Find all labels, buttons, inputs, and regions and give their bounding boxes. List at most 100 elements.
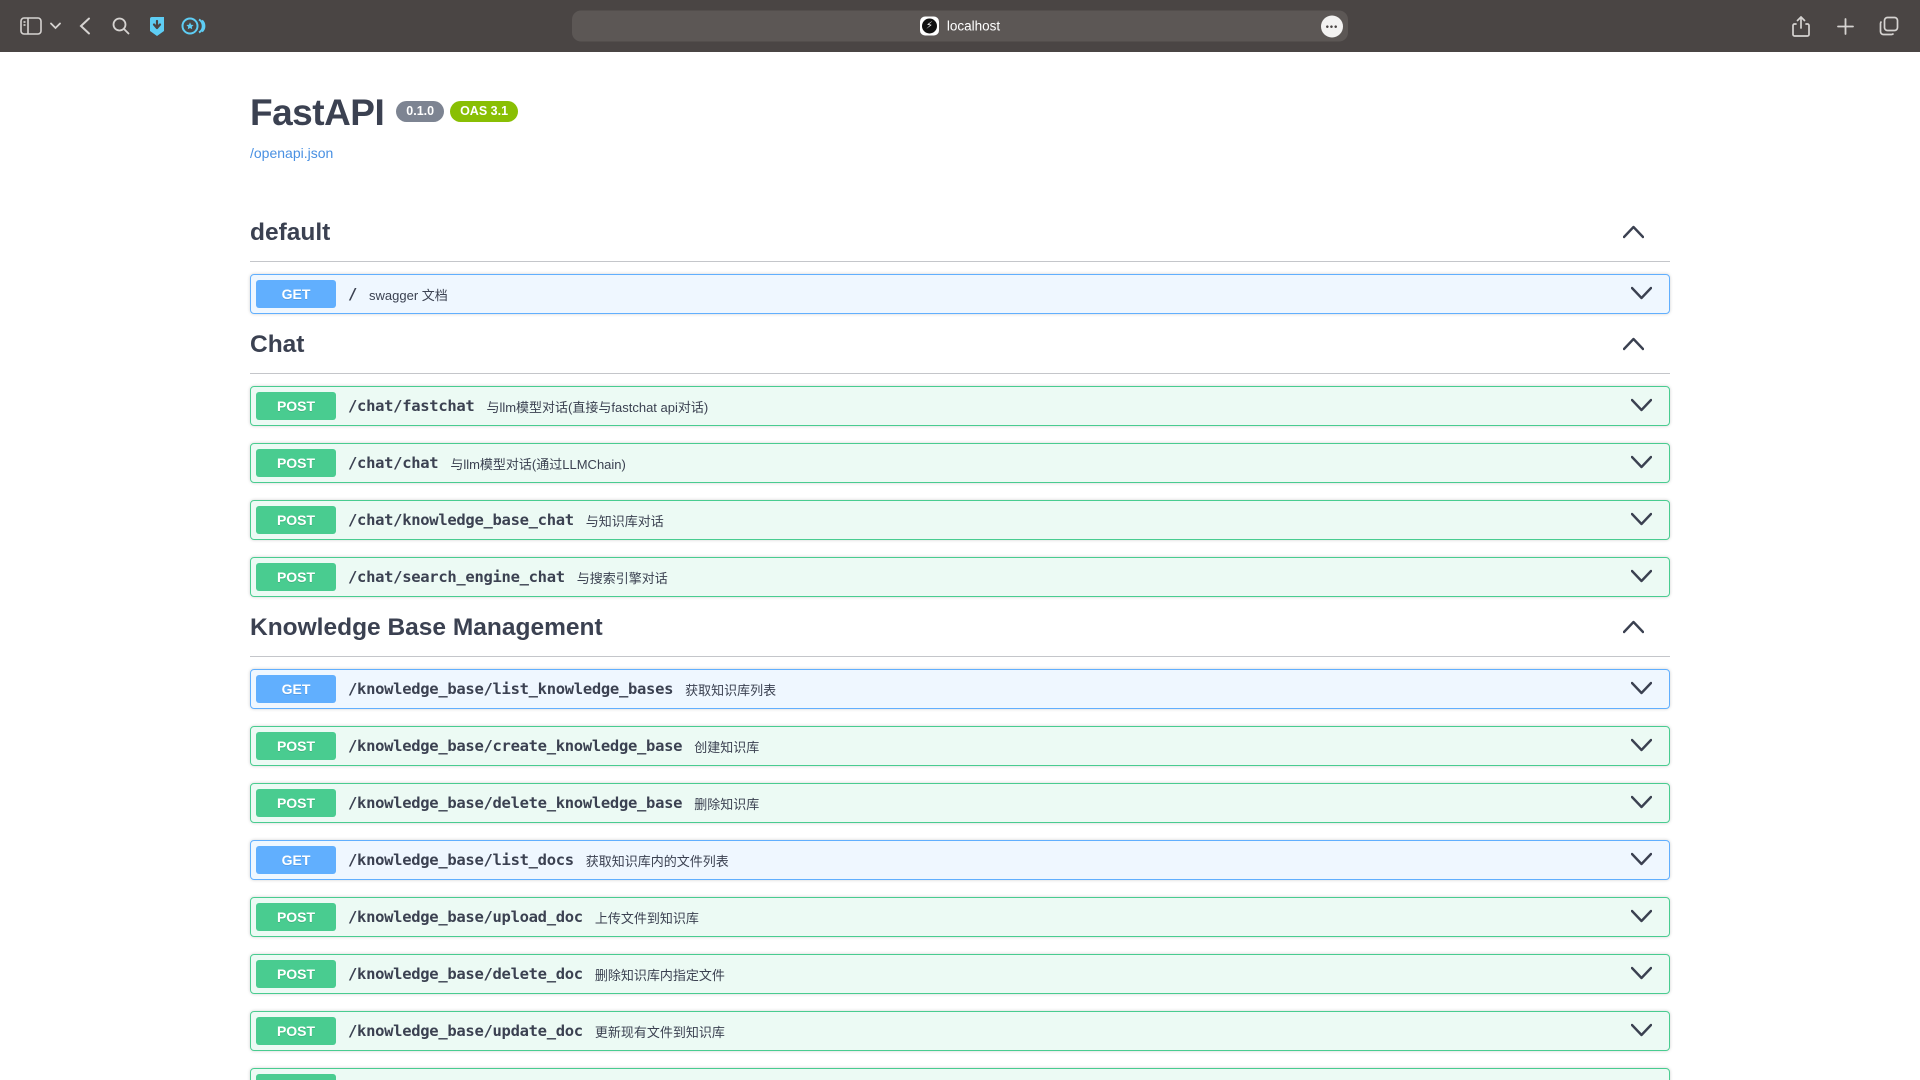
method-badge: POST xyxy=(256,732,336,760)
extension-circles-button[interactable] xyxy=(178,10,208,42)
method-badge: GET xyxy=(256,846,336,874)
method-badge: POST xyxy=(256,449,336,477)
tab-overview-icon xyxy=(1879,16,1899,36)
address-bar[interactable]: ⚡ localhost ••• xyxy=(572,11,1348,42)
expand-endpoint-button[interactable] xyxy=(1631,286,1652,303)
browser-toolbar: ⚡ localhost ••• xyxy=(0,0,1920,52)
page-options-button[interactable]: ••• xyxy=(1321,15,1343,37)
section-header[interactable]: Chat xyxy=(250,331,1670,374)
chevron-down-icon xyxy=(1631,512,1652,529)
chevron-down-icon xyxy=(50,22,61,30)
endpoint-path: /knowledge_base/list_knowledge_bases xyxy=(348,680,673,698)
sidebar-toggle-button[interactable] xyxy=(16,10,46,42)
version-badge: 0.1.0 xyxy=(396,101,444,122)
endpoint-row[interactable]: POST/knowledge_base/create_knowledge_bas… xyxy=(250,726,1670,766)
endpoint-row[interactable]: GET/knowledge_base/list_knowledge_bases 获… xyxy=(250,669,1670,709)
endpoint-path: /knowledge_base/create_knowledge_base xyxy=(348,737,682,755)
method-badge: POST xyxy=(256,903,336,931)
endpoint-row[interactable]: POST/chat/knowledge_base_chat与知识库对话 xyxy=(250,500,1670,540)
section-header[interactable]: default xyxy=(250,219,1670,262)
expand-endpoint-button[interactable] xyxy=(1631,738,1652,755)
expand-endpoint-button[interactable] xyxy=(1631,966,1652,983)
expand-endpoint-button[interactable] xyxy=(1631,569,1652,586)
chevron-up-icon xyxy=(1623,337,1644,354)
endpoint-summary: swagger 文档 xyxy=(369,285,448,304)
endpoint-summary: 创建知识库 xyxy=(694,737,759,756)
openapi-spec-link[interactable]: /openapi.json xyxy=(250,145,333,161)
expand-endpoint-button[interactable] xyxy=(1631,512,1652,529)
page-title: FastAPI xyxy=(250,92,384,134)
method-badge: POST xyxy=(256,563,336,591)
expand-endpoint-button[interactable] xyxy=(1631,398,1652,415)
endpoint-path: /chat/fastchat xyxy=(348,397,474,415)
endpoint-path: /knowledge_base/delete_doc xyxy=(348,965,583,983)
expand-endpoint-button[interactable] xyxy=(1631,795,1652,812)
address-url: localhost xyxy=(947,19,1000,34)
endpoint-summary: 更新现有文件到知识库 xyxy=(595,1022,725,1041)
method-badge: GET xyxy=(256,675,336,703)
chevron-up-icon xyxy=(1623,225,1644,242)
site-favicon: ⚡ xyxy=(920,17,939,36)
extension-shield-button[interactable] xyxy=(142,10,172,42)
extension-shield-icon xyxy=(146,15,168,37)
endpoint-row[interactable]: POST/chat/chat与llm模型对话(通过LLMChain) xyxy=(250,443,1670,483)
sidebar-icon xyxy=(20,17,42,35)
endpoint-row[interactable]: POST/chat/fastchat与llm模型对话(直接与fastchat a… xyxy=(250,386,1670,426)
endpoint-row[interactable]: POST/chat/search_engine_chat 与搜索引擎对话 xyxy=(250,557,1670,597)
endpoint-summary: 获取知识库列表 xyxy=(685,680,776,699)
back-button[interactable] xyxy=(70,10,100,42)
method-badge: POST xyxy=(256,1074,336,1080)
endpoint-path: /chat/search_engine_chat xyxy=(348,568,565,586)
endpoint-row[interactable]: POST/knowledge_base/delete_doc删除知识库内指定文件 xyxy=(250,954,1670,994)
expand-endpoint-button[interactable] xyxy=(1631,455,1652,472)
chevron-down-icon xyxy=(1631,909,1652,926)
sidebar-menu-button[interactable] xyxy=(46,10,64,42)
chevron-down-icon xyxy=(1631,852,1652,869)
section-title: Knowledge Base Management xyxy=(250,614,603,642)
expand-endpoint-button[interactable] xyxy=(1631,909,1652,926)
api-info: FastAPI 0.1.0 OAS 3.1 /openapi.json xyxy=(250,52,1670,163)
chevron-down-icon xyxy=(1631,455,1652,472)
chevron-up-icon xyxy=(1623,620,1644,637)
back-icon xyxy=(79,17,91,35)
tab-overview-button[interactable] xyxy=(1874,10,1904,42)
chevron-down-icon xyxy=(1631,569,1652,586)
extension-circles-icon xyxy=(180,15,206,37)
api-section-knowledge-base-management: Knowledge Base Management GET/knowledge_b… xyxy=(250,614,1670,1080)
endpoint-row[interactable]: GET/swagger 文档 xyxy=(250,274,1670,314)
endpoint-summary: 上传文件到知识库 xyxy=(595,908,699,927)
endpoint-summary: 删除知识库 xyxy=(694,794,759,813)
search-icon xyxy=(112,17,130,35)
expand-endpoint-button[interactable] xyxy=(1631,852,1652,869)
endpoint-summary: 获取知识库内的文件列表 xyxy=(586,851,729,870)
endpoint-summary: 与搜索引擎对话 xyxy=(577,568,668,587)
swagger-page: FastAPI 0.1.0 OAS 3.1 /openapi.json defa… xyxy=(0,52,1920,1080)
endpoint-row[interactable]: POST/knowledge_base/delete_knowledge_bas… xyxy=(250,783,1670,823)
endpoint-path: /knowledge_base/upload_doc xyxy=(348,908,583,926)
share-button[interactable] xyxy=(1786,10,1816,42)
api-section-chat: Chat POST/chat/fastchat与llm模型对话(直接与fastch… xyxy=(250,331,1670,597)
chevron-down-icon xyxy=(1631,681,1652,698)
section-collapse-button[interactable] xyxy=(1623,620,1644,637)
new-tab-button[interactable] xyxy=(1830,10,1860,42)
section-collapse-button[interactable] xyxy=(1623,225,1644,242)
method-badge: POST xyxy=(256,506,336,534)
new-tab-icon xyxy=(1837,18,1854,35)
endpoint-row[interactable]: POST/knowledge_base/recreate_vector_stor… xyxy=(250,1068,1670,1080)
endpoint-summary: 删除知识库内指定文件 xyxy=(595,965,725,984)
endpoint-row[interactable]: POST/knowledge_base/upload_doc 上传文件到知识库 xyxy=(250,897,1670,937)
ellipsis-icon: ••• xyxy=(1326,21,1338,31)
chevron-down-icon xyxy=(1631,966,1652,983)
section-header[interactable]: Knowledge Base Management xyxy=(250,614,1670,657)
search-button[interactable] xyxy=(106,10,136,42)
endpoint-path: / xyxy=(348,285,357,303)
section-collapse-button[interactable] xyxy=(1623,337,1644,354)
api-section-default: defaultGET/swagger 文档 xyxy=(250,219,1670,314)
section-title: Chat xyxy=(250,331,304,359)
expand-endpoint-button[interactable] xyxy=(1631,681,1652,698)
endpoint-path: /knowledge_base/update_doc xyxy=(348,1022,583,1040)
endpoint-row[interactable]: POST/knowledge_base/update_doc 更新现有文件到知识库 xyxy=(250,1011,1670,1051)
endpoint-row[interactable]: GET/knowledge_base/list_docs获取知识库内的文件列表 xyxy=(250,840,1670,880)
expand-endpoint-button[interactable] xyxy=(1631,1023,1652,1040)
method-badge: POST xyxy=(256,1017,336,1045)
